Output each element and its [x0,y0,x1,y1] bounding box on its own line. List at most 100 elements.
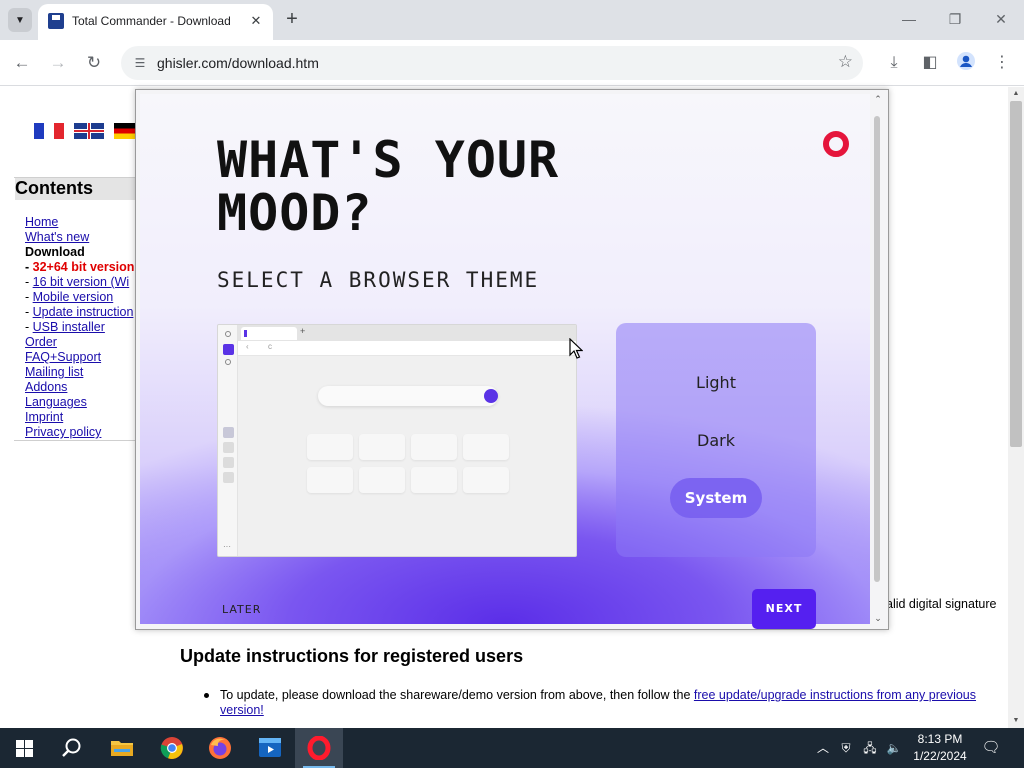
preview-back-icon: ‹ [246,342,249,351]
preview-sidebar-square [223,457,234,468]
preview-active-icon [223,344,234,355]
sidebar-item-label[interactable]: Mobile version [33,290,114,304]
side-panel-icon[interactable]: ◧ [918,51,942,75]
sidebar-item-label[interactable]: USB installer [33,320,105,334]
search-taskbar-button[interactable] [48,728,96,768]
sidebar-item[interactable]: Mailing list [25,365,145,380]
tab-total-commander[interactable]: Total Commander - Download ✕ [38,4,273,40]
chrome-taskbar-button[interactable] [148,728,196,768]
preview-sidebar-square [223,427,234,438]
bullet-dot [204,693,209,698]
sidebar-item-label[interactable]: Update instruction [33,305,134,319]
start-button[interactable] [0,728,48,768]
later-button[interactable]: LATER [222,603,261,616]
sidebar-item-label[interactable]: 16 bit version (Wi [33,275,130,289]
preview-speed-dial-tile [307,434,353,460]
close-window-button[interactable]: ✕ [986,8,1016,30]
preview-speed-dial-tile [307,467,353,493]
sidebar-item: Download [25,245,85,259]
contents-nav: Home What's new Download - 32+64 bit versio… [25,215,145,440]
chevron-down-icon[interactable]: ⌄ [871,613,885,624]
preview-speed-dial-tile [463,467,509,493]
minimize-button[interactable]: — [894,8,924,30]
sidebar-item[interactable]: Privacy policy [25,425,145,440]
sidebar-item[interactable]: - Mobile version [25,290,145,305]
scroll-up-arrow-icon[interactable]: ▲ [1008,87,1024,101]
sidebar-item[interactable]: Imprint [25,410,145,425]
sidebar-item[interactable]: Languages [25,395,145,410]
sidebar-item[interactable]: Addons [25,380,145,395]
sidebar-item[interactable]: - USB installer [25,320,145,335]
signature-text: alid digital signature [886,597,997,611]
address-bar[interactable]: ☰ ghisler.com/download.htm ☆ [121,46,863,80]
next-button[interactable]: NEXT [752,589,816,629]
tab-title: Total Commander - Download [72,14,231,28]
modal-scrollbar[interactable]: ⌃ ⌄ [871,94,885,626]
taskbar-clock[interactable]: 8:13 PM 1/22/2024 [905,731,975,765]
volume-muted-icon[interactable]: 🔈 [884,738,904,758]
tab-search-button[interactable]: ▼ [8,8,32,32]
sidebar-item-label[interactable]: 32+64 bit version [33,260,135,274]
bookmark-star-icon[interactable]: ☆ [838,52,853,72]
scroll-down-arrow-icon[interactable]: ▼ [1008,714,1024,728]
theme-dark-option[interactable]: Dark [616,431,816,450]
sidebar-item[interactable]: Order [25,335,145,350]
contents-heading: Contents [15,178,145,200]
clock-time: 8:13 PM [917,732,963,746]
sidebar-item-dash: - [25,275,33,289]
forward-button[interactable]: → [46,51,70,75]
firefox-taskbar-button[interactable] [196,728,244,768]
reload-button[interactable]: ↻ [82,51,106,75]
chrome-icon [160,737,183,759]
theme-light-option[interactable]: Light [616,373,816,392]
floppy-favicon-icon [48,13,64,29]
english-flag-icon[interactable] [74,123,104,139]
preview-reload-icon: c [268,342,272,351]
preview-sidebar-square [223,472,234,483]
browser-preview-image: ··· + ‹ c [217,324,577,557]
preview-search-button [484,389,498,403]
notification-center-icon[interactable]: 🗨 [981,738,1001,758]
sidebar-item[interactable]: - 32+64 bit version [25,260,145,275]
file-explorer-taskbar-button[interactable] [98,728,146,768]
opera-taskbar-button[interactable] [295,728,343,768]
sidebar-item[interactable]: What's new [25,230,145,245]
menu-kebab-icon[interactable]: ⋮ [990,51,1014,75]
preview-dot-icon [225,359,231,365]
tab-strip: ▼ Total Commander - Download ✕ + — ❐ ✕ [0,0,1024,40]
network-icon[interactable]: 🖧 [860,738,880,758]
preview-speed-dial-tile [359,467,405,493]
tray-security-icon[interactable]: ⛨ [836,738,856,758]
back-button[interactable]: ← [10,51,34,75]
page-scroll-thumb[interactable] [1010,101,1022,447]
tab-close-icon[interactable]: ✕ [246,11,266,31]
download-icon[interactable]: ⤓ [882,51,906,75]
new-tab-button[interactable]: + [281,8,303,30]
sidebar-item[interactable]: - Update instruction [25,305,145,320]
windows-logo-icon [15,739,33,757]
tray-chevron-up-icon[interactable]: ︿ [813,738,833,758]
page-scrollbar[interactable]: ▲ ▼ [1008,87,1024,728]
opera-logo-icon [823,131,849,157]
clock-date: 1/22/2024 [913,749,967,763]
chevron-up-icon[interactable]: ⌃ [871,94,885,105]
media-app-taskbar-button[interactable] [246,728,294,768]
modal-scroll-thumb[interactable] [874,116,880,582]
sidebar-item[interactable]: FAQ+Support [25,350,145,365]
preview-sidebar: ··· [218,325,238,556]
sidebar-item-dash: - [25,290,33,304]
site-info-icon[interactable]: ☰ [131,54,149,72]
chevron-down-icon: ▼ [15,14,25,26]
profile-avatar-icon[interactable] [954,51,978,75]
theme-system-option[interactable]: System [670,478,762,518]
restore-button[interactable]: ❐ [940,8,970,30]
preview-speed-dial-tile [359,434,405,460]
french-flag-icon[interactable] [34,123,64,139]
sidebar-item[interactable]: - 16 bit version (Wi [25,275,145,290]
browser-toolbar: ← → ↻ ☰ ghisler.com/download.htm ☆ ⤓ ◧ ⋮ [0,40,1024,86]
url-text[interactable]: ghisler.com/download.htm [157,55,319,71]
sidebar-item[interactable]: Home [25,215,145,230]
theme-options-panel: Light Dark System [616,323,816,557]
sidebar-item-dash: - [25,320,33,334]
modal-background: WHAT'S YOUR MOOD? SELECT A BROWSER THEME… [140,94,870,629]
